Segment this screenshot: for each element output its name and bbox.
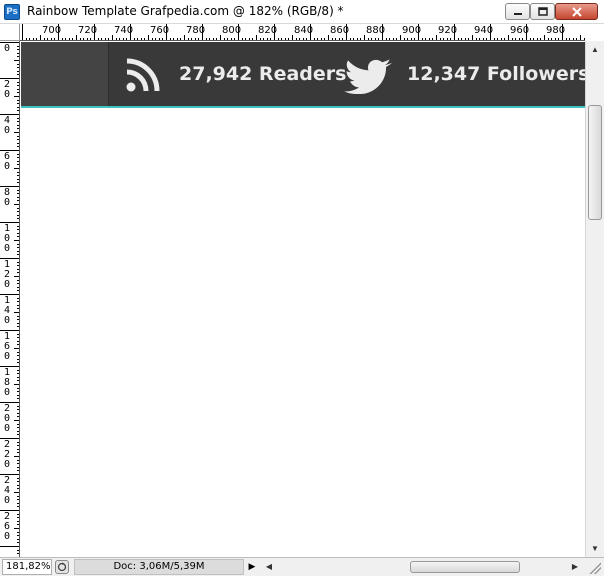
- ruler-label: 220: [3, 439, 11, 470]
- ruler-label: 720: [78, 25, 98, 36]
- scroll-up-button[interactable]: ▲: [586, 41, 604, 58]
- horizontal-scrollbar[interactable]: ◀ ▶: [262, 559, 582, 575]
- ruler-label: 700: [42, 25, 62, 36]
- document-info-button[interactable]: [55, 560, 69, 574]
- window-title: Rainbow Template Grafpedia.com @ 182% (R…: [27, 4, 344, 18]
- maximize-icon: [537, 7, 548, 16]
- scroll-left-button[interactable]: ◀: [262, 559, 276, 575]
- photoshop-icon: Ps: [4, 4, 20, 20]
- arrow-up-icon: ▲: [591, 45, 599, 54]
- horizontal-ruler[interactable]: 700 720 740 760 780 800 820 840 860 880 …: [20, 24, 585, 41]
- ruler-label: 800: [222, 25, 242, 36]
- arrow-right-icon: ▶: [571, 562, 579, 571]
- ruler-label: 120: [3, 259, 11, 290]
- ruler-label: 60: [3, 151, 11, 172]
- arrow-right-icon: ▶: [248, 562, 256, 572]
- accent-line: [21, 106, 585, 108]
- vertical-ruler[interactable]: 0 20 40 60 80 100 120 140 160 180 200 22…: [0, 41, 20, 557]
- minimize-button[interactable]: [505, 3, 530, 20]
- ruler-label: 100: [3, 223, 11, 254]
- ruler-label: 260: [3, 511, 11, 542]
- resize-grip[interactable]: [588, 561, 601, 574]
- ruler-label: 0: [3, 43, 11, 54]
- ruler-label: 80: [3, 187, 11, 208]
- header-block: [21, 42, 109, 106]
- close-button[interactable]: [555, 3, 598, 20]
- title-bar[interactable]: Ps Rainbow Template Grafpedia.com @ 182%…: [0, 0, 604, 24]
- ruler-origin[interactable]: [0, 24, 20, 41]
- twitter-bird-icon: [344, 59, 392, 94]
- readers-count: 27,942 Readers: [179, 63, 347, 85]
- ruler-label: 940: [474, 25, 494, 36]
- zoom-level-field[interactable]: 181,82%: [2, 559, 52, 575]
- maximize-button[interactable]: [530, 3, 555, 20]
- ruler-label: 920: [438, 25, 458, 36]
- ruler-label: 860: [330, 25, 350, 36]
- status-bar: 181,82% Doc: 3,06M/5,39M ▶ ◀ ▶: [0, 557, 604, 576]
- ruler-label: 20: [3, 79, 11, 100]
- ruler-label: 160: [3, 331, 11, 362]
- ruler-label: 740: [114, 25, 134, 36]
- header-bar: 27,942 Readers 12,347 Followers: [21, 42, 585, 106]
- ruler-label: 180: [3, 367, 11, 398]
- scroll-down-button[interactable]: ▼: [586, 540, 604, 557]
- arrow-left-icon: ◀: [265, 562, 273, 571]
- ruler-label: 900: [402, 25, 422, 36]
- rss-icon: [126, 58, 160, 92]
- document-canvas[interactable]: 27,942 Readers 12,347 Followers: [21, 42, 585, 557]
- scroll-right-button[interactable]: ▶: [568, 559, 582, 575]
- minimize-icon: [513, 12, 522, 15]
- vertical-scroll-thumb[interactable]: [588, 105, 602, 220]
- status-menu-button[interactable]: ▶: [246, 560, 258, 574]
- document-size-info: Doc: 3,06M/5,39M: [74, 559, 244, 575]
- close-icon: [571, 6, 582, 17]
- ruler-label: 240: [3, 475, 11, 506]
- ruler-label: 760: [150, 25, 170, 36]
- followers-count: 12,347 Followers: [407, 63, 585, 85]
- ruler-label: 40: [3, 115, 11, 136]
- ruler-label: 820: [258, 25, 278, 36]
- ruler-label: 840: [294, 25, 314, 36]
- vertical-scrollbar[interactable]: ▲ ▼: [585, 41, 604, 557]
- refresh-icon: [57, 562, 67, 572]
- ruler-label: 200: [3, 403, 11, 434]
- ruler-label: 780: [186, 25, 206, 36]
- horizontal-scroll-thumb[interactable]: [410, 561, 520, 573]
- ruler-label: 980: [546, 25, 566, 36]
- ruler-label: 140: [3, 295, 11, 326]
- ruler-label: 960: [510, 25, 530, 36]
- ruler-label: 880: [366, 25, 386, 36]
- arrow-down-icon: ▼: [591, 544, 599, 553]
